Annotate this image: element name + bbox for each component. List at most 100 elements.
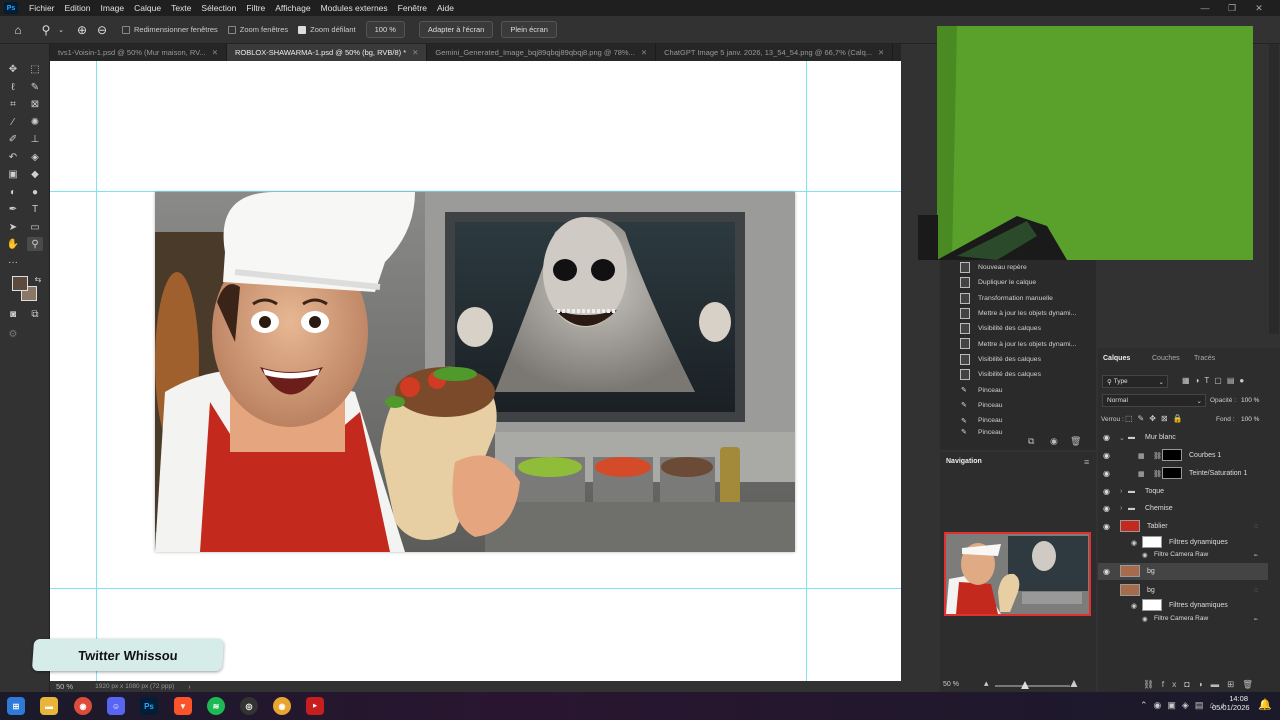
- layer-mask-thumbnail[interactable]: [1162, 449, 1182, 461]
- layer-filter-icons[interactable]: ▦◑T▢▤●: [1182, 376, 1249, 385]
- trash-icon[interactable]: 🗑: [1070, 436, 1081, 447]
- tab-couches[interactable]: Couches: [1152, 355, 1180, 362]
- quick-mask-icon[interactable]: ◙: [5, 307, 21, 321]
- layer-row[interactable]: ◉ ▦ ⛓ Courbes 1: [1098, 447, 1268, 464]
- history-item[interactable]: Transformation manuelle: [940, 291, 1096, 306]
- eye-icon[interactable]: ◉: [1131, 602, 1137, 610]
- layer-group-row[interactable]: ◉ › ▬ Chemise: [1098, 500, 1268, 517]
- blend-mode-select[interactable]: Normal ⌄: [1102, 394, 1206, 407]
- history-brush-tool-icon[interactable]: ↶: [5, 150, 21, 164]
- menu-image[interactable]: Image: [96, 3, 130, 13]
- zoom-out-icon[interactable]: ⊖: [92, 20, 112, 40]
- chevron-right-icon[interactable]: ›: [1120, 505, 1122, 512]
- menu-selection[interactable]: Sélection: [196, 3, 241, 13]
- eye-icon[interactable]: ◉: [1103, 487, 1110, 496]
- menu-fenetre[interactable]: Fenêtre: [393, 3, 432, 13]
- close-tab-icon[interactable]: ✕: [641, 48, 647, 57]
- tab-traces[interactable]: Tracés: [1194, 355, 1215, 362]
- zoom-in-mountain-icon[interactable]: ▲: [1068, 676, 1080, 690]
- filter-options-icon[interactable]: ⧢: [1254, 615, 1257, 623]
- tab-document[interactable]: Gemini_Generated_Image_bqj89qbqj89qbqj8.…: [427, 44, 657, 61]
- scrollbar[interactable]: [1269, 44, 1279, 334]
- eye-icon[interactable]: ◉: [1103, 504, 1110, 513]
- history-item[interactable]: Visibilité des calques: [940, 321, 1096, 336]
- patch-tool-icon[interactable]: ✺: [27, 115, 43, 129]
- video-app-icon[interactable]: ▶: [306, 697, 324, 715]
- menu-calque[interactable]: Calque: [129, 3, 166, 13]
- tab-document-active[interactable]: ROBLOX-SHAWARMA-1.psd @ 50% (bg, RVB/8) …: [226, 44, 428, 61]
- maximize-icon[interactable]: ❐: [1219, 0, 1245, 16]
- menu-fichier[interactable]: Fichier: [24, 3, 60, 13]
- dodge-tool-icon[interactable]: ◐: [5, 185, 21, 199]
- photoshop-icon[interactable]: Ps: [140, 697, 158, 715]
- close-icon[interactable]: ✕: [1246, 0, 1272, 16]
- menu-filtre[interactable]: Filtre: [241, 3, 270, 13]
- history-item[interactable]: Mettre à jour les objets dynami...: [940, 306, 1096, 321]
- new-document-from-state-icon[interactable]: ⧉: [1028, 436, 1034, 447]
- crop-tool-icon[interactable]: ⌗: [5, 97, 21, 111]
- gradient-tool-icon[interactable]: ▣: [5, 167, 21, 181]
- close-tab-icon[interactable]: ✕: [878, 48, 884, 57]
- swap-colors-icon[interactable]: ⇆: [30, 272, 46, 286]
- filter-row[interactable]: ◉ Filtre Camera Raw ⧢: [1098, 610, 1268, 627]
- camera-snapshot-icon[interactable]: ◉: [1050, 436, 1058, 447]
- fill-value[interactable]: 100 %: [1241, 416, 1259, 423]
- zoom-value-field[interactable]: 100 %: [365, 21, 405, 38]
- screen-mode-icon[interactable]: ⧉: [27, 307, 43, 321]
- home-icon[interactable]: ⌂: [8, 20, 28, 40]
- eye-icon[interactable]: ◉: [1103, 469, 1110, 478]
- eye-icon[interactable]: ◉: [1103, 433, 1110, 442]
- stamp-tool-icon[interactable]: ⊥: [27, 132, 43, 146]
- history-item[interactable]: Visibilité des calques: [940, 352, 1096, 367]
- eye-icon[interactable]: ◉: [1142, 551, 1148, 559]
- layer-filter-select[interactable]: ⚲ Type ⌄: [1102, 375, 1168, 388]
- close-tab-icon[interactable]: ✕: [412, 48, 418, 57]
- zoom-tool-icon[interactable]: ⚲: [27, 237, 43, 251]
- obs-icon[interactable]: ◎: [240, 697, 258, 715]
- blur-tool-icon[interactable]: ◆: [27, 167, 43, 181]
- history-item[interactable]: Mettre à jour les objets dynami...: [940, 336, 1096, 351]
- path-select-tool-icon[interactable]: ➤: [5, 220, 21, 234]
- chevron-right-icon[interactable]: ›: [1120, 488, 1122, 495]
- tab-document[interactable]: tvs1-Voisin-1.psd @ 50% (Mur maison, RV.…: [50, 44, 227, 61]
- quick-select-tool-icon[interactable]: ✎: [27, 80, 43, 94]
- resize-windows-checkbox[interactable]: Redimensionner fenêtres: [122, 25, 218, 34]
- tab-navigation[interactable]: Navigation: [946, 458, 982, 465]
- chevron-right-icon[interactable]: ›: [188, 682, 191, 691]
- fit-screen-button[interactable]: Adapter à l'écran: [418, 21, 494, 38]
- history-item[interactable]: Dupliquer le calque: [940, 275, 1096, 290]
- lock-icons[interactable]: ⬚✎✥⊠🔒: [1125, 414, 1188, 423]
- pen-tool-icon[interactable]: ✒: [5, 202, 21, 216]
- layers-footer-icons[interactable]: ⛓fx◘◑▬⊞🗑: [1143, 679, 1261, 690]
- marquee-tool-icon[interactable]: ⬚: [27, 62, 43, 76]
- navigator-zoom[interactable]: 50 %: [943, 681, 959, 688]
- filter-row[interactable]: ◉ Filtre Camera Raw ⧢: [1098, 546, 1268, 563]
- layer-group-row[interactable]: ◉ ⌄ ▬ Mur blanc: [1098, 429, 1268, 446]
- layer-row[interactable]: ◉ Tablier ◌: [1098, 518, 1268, 535]
- lasso-tool-icon[interactable]: ℓ: [5, 80, 21, 94]
- full-screen-button[interactable]: Plein écran: [501, 21, 557, 38]
- layer-row[interactable]: ◉ ▦ ⛓ Teinte/Saturation 1: [1098, 465, 1268, 482]
- menu-aide[interactable]: Aide: [432, 3, 459, 13]
- brave-icon[interactable]: ▼: [174, 697, 192, 715]
- history-item[interactable]: ✎ Pinceau: [940, 382, 1096, 397]
- eye-icon[interactable]: ◉: [1142, 615, 1148, 623]
- history-item[interactable]: Nouveau repère: [940, 260, 1096, 275]
- layer-thumbnail[interactable]: [1120, 565, 1140, 577]
- layer-row-selected[interactable]: ◉ bg: [1098, 563, 1268, 580]
- hand-tool-icon[interactable]: ✋: [5, 237, 21, 251]
- foreground-color-swatch[interactable]: [12, 276, 28, 291]
- brush-tool-icon[interactable]: ✐: [5, 132, 21, 146]
- scrubby-zoom-checkbox[interactable]: Zoom défilant: [298, 25, 356, 34]
- more-tools-icon[interactable]: ···: [5, 255, 21, 269]
- eye-icon[interactable]: ◉: [1103, 451, 1110, 460]
- layer-mask-thumbnail[interactable]: [1162, 467, 1182, 479]
- zoom-windows-checkbox[interactable]: Zoom fenêtres: [227, 25, 288, 34]
- chevron-down-icon[interactable]: ⌄: [56, 20, 66, 40]
- rectangle-tool-icon[interactable]: ▭: [27, 220, 43, 234]
- eyedropper-tool-icon[interactable]: ⁄: [5, 115, 21, 129]
- guide-line[interactable]: [50, 588, 901, 589]
- menu-affichage[interactable]: Affichage: [270, 3, 315, 13]
- chrome-canary-icon[interactable]: ◉: [273, 697, 291, 715]
- history-item[interactable]: ✎ Pinceau: [940, 398, 1096, 413]
